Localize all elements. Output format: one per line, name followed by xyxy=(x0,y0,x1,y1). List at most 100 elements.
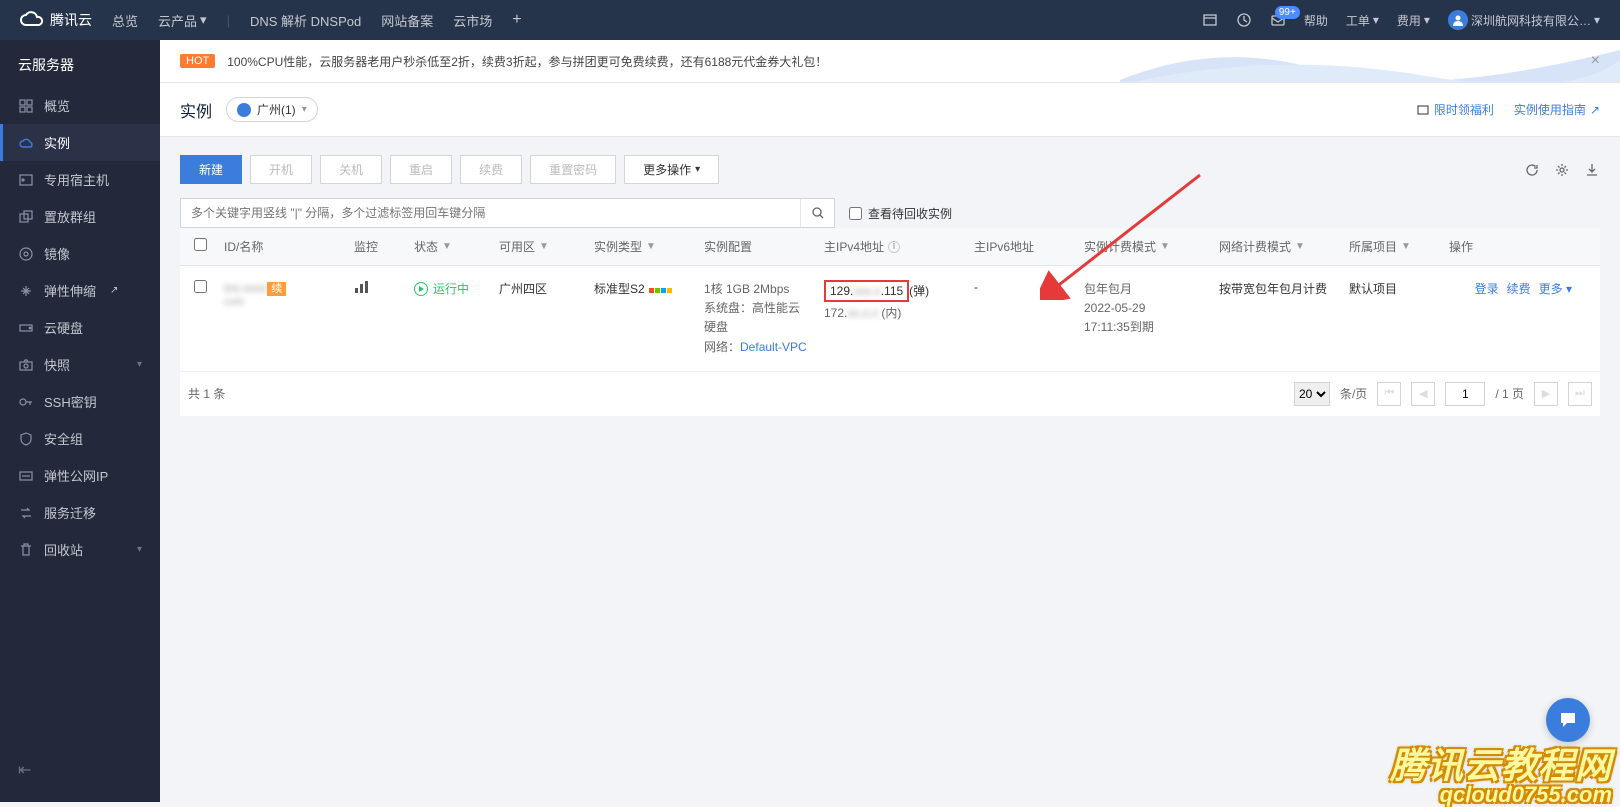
search-icon xyxy=(811,206,825,220)
cell-monitor[interactable] xyxy=(348,280,408,297)
renew-button[interactable]: 续费 xyxy=(460,155,522,184)
sidebar-item-ssh[interactable]: SSH密钥 xyxy=(0,383,160,420)
sidebar-item-snapshot[interactable]: 快照▾ xyxy=(0,346,160,383)
stop-button[interactable]: 关机 xyxy=(320,155,382,184)
more-actions-button[interactable]: 更多操作▾ xyxy=(624,155,719,184)
pager-prev[interactable]: ◀ xyxy=(1411,382,1435,406)
create-button[interactable]: 新建 xyxy=(180,155,242,184)
migrate-icon xyxy=(18,505,34,521)
pager-next[interactable]: ▶ xyxy=(1534,382,1558,406)
trash-icon xyxy=(18,542,34,558)
th-monitor: 监控 xyxy=(348,238,408,255)
nav-dnspod[interactable]: DNS 解析 DNSPod xyxy=(250,11,361,30)
recycle-checkbox[interactable]: 查看待回收实例 xyxy=(849,205,952,222)
running-icon xyxy=(414,282,428,296)
shield-icon xyxy=(18,431,34,447)
nav-notify-icon[interactable]: 99+ xyxy=(1270,12,1286,28)
op-more[interactable]: 更多 ▾ xyxy=(1539,280,1572,297)
promo-banner: HOT 100%CPU性能，云服务器老用户秒杀低至2折，续费3折起，参与拼团更可… xyxy=(160,40,1620,83)
host-icon xyxy=(18,172,34,188)
sidebar-item-recycle[interactable]: 回收站▾ xyxy=(0,531,160,568)
th-project[interactable]: 所属项目▼ xyxy=(1343,238,1443,255)
network-link[interactable]: Default-VPC xyxy=(740,340,807,354)
th-zone[interactable]: 可用区▼ xyxy=(493,238,588,255)
chat-bubble-button[interactable] xyxy=(1546,698,1590,742)
public-ip-highlight: 129.xxx.x.115 xyxy=(824,280,909,302)
avatar-icon xyxy=(1448,10,1468,30)
page-size-select[interactable]: 20 xyxy=(1294,382,1330,406)
page-input[interactable] xyxy=(1445,382,1485,406)
cloud-logo-icon xyxy=(20,8,44,32)
nav-market[interactable]: 云市场 xyxy=(453,11,492,30)
chevron-down-icon: ▾ xyxy=(200,12,207,28)
nav-overview[interactable]: 总览 xyxy=(112,11,138,30)
nav-range-icon[interactable] xyxy=(1202,12,1218,28)
op-login[interactable]: 登录 xyxy=(1475,280,1499,297)
chevron-down-icon: ▾ xyxy=(137,359,142,370)
cell-project: 默认项目 xyxy=(1343,280,1443,297)
resetpw-button[interactable]: 重置密码 xyxy=(530,155,616,184)
region-selector[interactable]: 广州(1) ▾ xyxy=(226,97,318,122)
th-ops: 操作 xyxy=(1443,238,1592,255)
nav-fee[interactable]: 费用▾ xyxy=(1397,12,1430,29)
close-icon[interactable]: × xyxy=(1591,52,1600,70)
table-header-row: ID/名称 监控 状态▼ 可用区▼ 实例类型▼ 实例配置 主IPv4地址i 主I… xyxy=(180,228,1600,266)
sidebar-item-sg[interactable]: 安全组 xyxy=(0,420,160,457)
search-bar: 查看待回收实例 xyxy=(180,198,1600,228)
sidebar-item-autoscale[interactable]: 弹性伸缩↗ xyxy=(0,272,160,309)
sidebar-item-eip[interactable]: 弹性公网IP xyxy=(0,457,160,494)
key-icon xyxy=(18,394,34,410)
th-status[interactable]: 状态▼ xyxy=(408,238,493,255)
th-netbill[interactable]: 网络计费模式▼ xyxy=(1213,238,1343,255)
nav-products[interactable]: 云产品▾ xyxy=(158,11,207,30)
th-billing[interactable]: 实例计费模式▼ xyxy=(1078,238,1213,255)
filter-icon: ▼ xyxy=(1295,241,1305,252)
cloud-icon xyxy=(18,135,34,151)
top-header: 腾讯云 总览 云产品▾ | DNS 解析 DNSPod 网站备案 云市场 + 9… xyxy=(0,0,1620,40)
sidebar-item-overview[interactable]: 概览 xyxy=(0,87,160,124)
pager-first[interactable]: ⏮ xyxy=(1377,382,1401,406)
restart-button[interactable]: 重启 xyxy=(390,155,452,184)
sidebar-item-dedicated[interactable]: 专用宿主机 xyxy=(0,161,160,198)
page-title: 实例 xyxy=(180,98,212,122)
start-button[interactable]: 开机 xyxy=(250,155,312,184)
gear-icon[interactable] xyxy=(1554,162,1570,178)
select-all-checkbox[interactable] xyxy=(194,238,207,251)
table-row: ins-xxxx续 cvm 运行中 广州四区 标准型S2 1核 1GB 2Mbp… xyxy=(180,266,1600,372)
row-checkbox[interactable] xyxy=(194,280,207,293)
refresh-icon[interactable] xyxy=(1524,162,1540,178)
nav-clock-icon[interactable] xyxy=(1236,12,1252,28)
cell-type: 标准型S2 xyxy=(588,280,698,297)
collapse-sidebar-icon[interactable]: ⇤ xyxy=(18,760,31,780)
th-type[interactable]: 实例类型▼ xyxy=(588,238,698,255)
nav-beian[interactable]: 网站备案 xyxy=(381,11,433,30)
sidebar-item-disk[interactable]: 云硬盘 xyxy=(0,309,160,346)
download-icon[interactable] xyxy=(1584,162,1600,178)
sidebar-item-placement[interactable]: 置放群组 xyxy=(0,198,160,235)
guide-link[interactable]: 实例使用指南 ↗ xyxy=(1514,101,1600,118)
filter-icon: ▼ xyxy=(1401,241,1411,252)
top-nav: 总览 云产品▾ | DNS 解析 DNSPod 网站备案 云市场 + xyxy=(112,11,522,30)
pager-last[interactable]: ⏭ xyxy=(1568,382,1592,406)
search-input[interactable] xyxy=(181,199,800,227)
th-ipv6: 主IPv6地址 xyxy=(968,238,1078,255)
search-button[interactable] xyxy=(800,199,834,227)
promo-link[interactable]: 限时领福利 xyxy=(1416,101,1494,118)
sidebar-item-migrate[interactable]: 服务迁移 xyxy=(0,494,160,531)
filter-icon: ▼ xyxy=(1160,241,1170,252)
filter-icon: ▼ xyxy=(646,241,656,252)
chevron-down-icon: ▾ xyxy=(137,544,142,555)
sidebar-item-instance[interactable]: 实例 xyxy=(0,124,160,161)
cell-zone: 广州四区 xyxy=(493,280,588,297)
op-renew[interactable]: 续费 xyxy=(1507,280,1531,297)
separator: | xyxy=(227,13,230,28)
brand-logo[interactable]: 腾讯云 xyxy=(20,8,92,32)
nav-workorder[interactable]: 工单▾ xyxy=(1346,12,1379,29)
info-icon[interactable]: i xyxy=(888,241,900,253)
renew-tag: 续 xyxy=(267,282,286,296)
nav-help[interactable]: 帮助 xyxy=(1304,12,1328,29)
nav-account[interactable]: 深圳航网科技有限公…▾ xyxy=(1448,10,1600,30)
nav-add[interactable]: + xyxy=(512,11,521,29)
search-box xyxy=(180,198,835,228)
sidebar-item-image[interactable]: 镜像 xyxy=(0,235,160,272)
